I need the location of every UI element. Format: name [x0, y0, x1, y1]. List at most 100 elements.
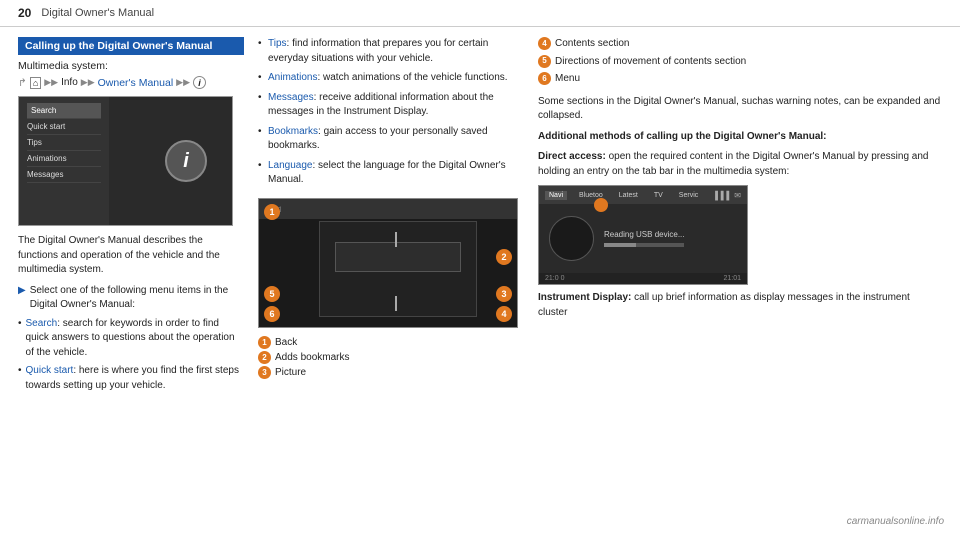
diagram-area: ⌂ ◁ 1 2 3 4	[258, 198, 518, 328]
bullet-dot-2: •	[18, 364, 22, 393]
right-list-item-4: 4 Contents section	[538, 37, 942, 52]
page-number: 20	[18, 6, 31, 20]
inst-body: Reading USB device...	[539, 204, 747, 273]
bullet-dot-1: •	[18, 317, 22, 361]
diag-car-body	[335, 242, 461, 272]
diag-num-2: 2	[496, 249, 512, 265]
instrument-display-label: Instrument Display:	[538, 292, 631, 303]
legend-num-1: 1	[258, 336, 271, 349]
diag-center-area	[319, 221, 477, 317]
page-header: 20 Digital Owner's Manual	[0, 0, 960, 27]
diag-num-1: 1	[264, 204, 280, 220]
diag-num-4: 4	[496, 306, 512, 322]
right-num-5: 5	[538, 55, 551, 68]
right-num-6: 6	[538, 72, 551, 85]
col-right: 4 Contents section 5 Directions of movem…	[538, 37, 942, 397]
additional-label-text: Additional methods of calling up the Dig…	[538, 131, 827, 142]
col-left: Calling up the Digital Owner's Manual Mu…	[18, 37, 258, 397]
right-list: 4 Contents section 5 Directions of movem…	[538, 37, 942, 87]
legend-label-2: Adds bookmarks	[275, 352, 349, 363]
nav-owners-manual: Owner's Manual	[98, 77, 174, 89]
direct-access-label: Direct access:	[538, 151, 606, 162]
legend-row-1: 1 Back	[258, 336, 524, 349]
mid-bullet-messages: Messages: receive additional information…	[258, 91, 524, 120]
legend-label-3: Picture	[275, 367, 306, 378]
right-label-6: Menu	[555, 72, 580, 87]
screen-menu-tips: Tips	[27, 135, 101, 151]
nav-path: ↱ ⌂ ▶▶ Info ▶▶ Owner's Manual ▶▶ i	[18, 76, 244, 89]
body-text: The Digital Owner's Manual describes the…	[18, 234, 244, 278]
animations-desc: : watch animations of the vehicle functi…	[317, 72, 507, 83]
diag-arrow-up	[395, 232, 397, 247]
instrument-display-para: Instrument Display: call up brief inform…	[538, 291, 942, 320]
nav-info: Info	[61, 77, 78, 88]
col-mid: Tips: find information that prepares you…	[258, 37, 538, 397]
tips-link: Tips	[268, 38, 287, 49]
diag-num-6: 6	[264, 306, 280, 322]
main-content: Calling up the Digital Owner's Manual Mu…	[0, 27, 960, 407]
diagram-inner: ⌂ ◁ 1 2 3 4	[259, 199, 517, 327]
diag-arrow-down	[395, 296, 397, 311]
multimedia-label: Multimedia system:	[18, 60, 244, 72]
inst-time-right: 21:01	[723, 275, 741, 282]
additional-methods-label: Additional methods of calling up the Dig…	[538, 130, 942, 145]
inst-reading-text: Reading USB device...	[604, 230, 737, 239]
direct-access-para: Direct access: open the required content…	[538, 150, 942, 179]
nav-sep-1: ▶▶	[44, 77, 58, 88]
search-desc: : search for keywords in order to find q…	[26, 318, 235, 358]
diag-num-5: 5	[264, 286, 280, 302]
inst-tab-navi: Navi	[545, 191, 567, 200]
nav-sep-3: ▶▶	[176, 77, 190, 88]
mid-bullet-tips: Tips: find information that prepares you…	[258, 37, 524, 66]
right-list-item-5: 5 Directions of movement of contents sec…	[538, 55, 942, 70]
bullet-search-text: Search: search for keywords in order to …	[26, 317, 244, 361]
animations-link: Animations	[268, 72, 317, 83]
section-title-bar: Calling up the Digital Owner's Manual	[18, 37, 244, 55]
legend-row-2: 2 Adds bookmarks	[258, 351, 524, 364]
nav-home-icon: ⌂	[30, 77, 41, 89]
instrument-screen: Navi Bluetoo Latest TV Servic ▌▌▌ ✉ Read…	[538, 185, 748, 285]
bullet-quickstart-text: Quick start: here is where you find the …	[26, 364, 244, 393]
right-label-4: Contents section	[555, 37, 630, 52]
body-para-1: Some sections in the Digital Owner's Man…	[538, 95, 942, 124]
mid-bullet-language: Language: select the language for the Di…	[258, 159, 524, 188]
nav-arrow-icon: ↱	[18, 77, 27, 89]
language-link: Language	[268, 160, 313, 171]
inst-progress-bar	[604, 243, 684, 247]
inst-signal-icon: ▌▌▌ ✉	[715, 191, 741, 200]
mid-bullet-animations: Animations: watch animations of the vehi…	[258, 71, 524, 86]
footer-brand: carmanualsonline.info	[847, 516, 944, 527]
inst-text-area: Reading USB device...	[604, 230, 737, 247]
screen-menu-animations: Animations	[27, 151, 101, 167]
messages-link: Messages	[268, 92, 314, 103]
nav-info-circle: i	[193, 76, 206, 89]
diag-num-3: 3	[496, 286, 512, 302]
page-title-header: Digital Owner's Manual	[41, 7, 154, 19]
mid-bullet-list: Tips: find information that prepares you…	[258, 37, 524, 188]
screen-menu-messages: Messages	[27, 167, 101, 183]
inst-bottom-bar: 21:0 0 21:01	[539, 273, 747, 284]
instruction-text: Select one of the following menu items i…	[30, 284, 244, 313]
legend-num-2: 2	[258, 351, 271, 364]
nav-sep-2: ▶▶	[81, 77, 95, 88]
info-circle-icon: i	[165, 140, 207, 182]
orange-marker	[594, 198, 608, 212]
inst-time-left: 21:0 0	[545, 275, 564, 282]
right-label-5: Directions of movement of contents secti…	[555, 55, 746, 70]
inst-tab-latest: Latest	[615, 191, 642, 200]
inst-tab-tv: TV	[650, 191, 667, 200]
legend-label-1: Back	[275, 337, 297, 348]
legend-num-3: 3	[258, 366, 271, 379]
search-link: Search	[26, 318, 58, 329]
screen-menu-search: Search	[27, 103, 101, 119]
inst-tab-service: Servic	[675, 191, 702, 200]
inst-circle-icon	[549, 216, 594, 261]
bookmarks-link: Bookmarks	[268, 126, 318, 137]
screen-menu: Search Quick start Tips Animations Messa…	[19, 97, 109, 225]
inst-progress-fill	[604, 243, 636, 247]
screen-menu-quickstart: Quick start	[27, 119, 101, 135]
right-num-4: 4	[538, 37, 551, 50]
instruction-arrow-icon: ▶	[18, 284, 26, 313]
inst-top-bar: Navi Bluetoo Latest TV Servic ▌▌▌ ✉	[539, 186, 747, 204]
screen-mockup: Search Quick start Tips Animations Messa…	[18, 96, 233, 226]
